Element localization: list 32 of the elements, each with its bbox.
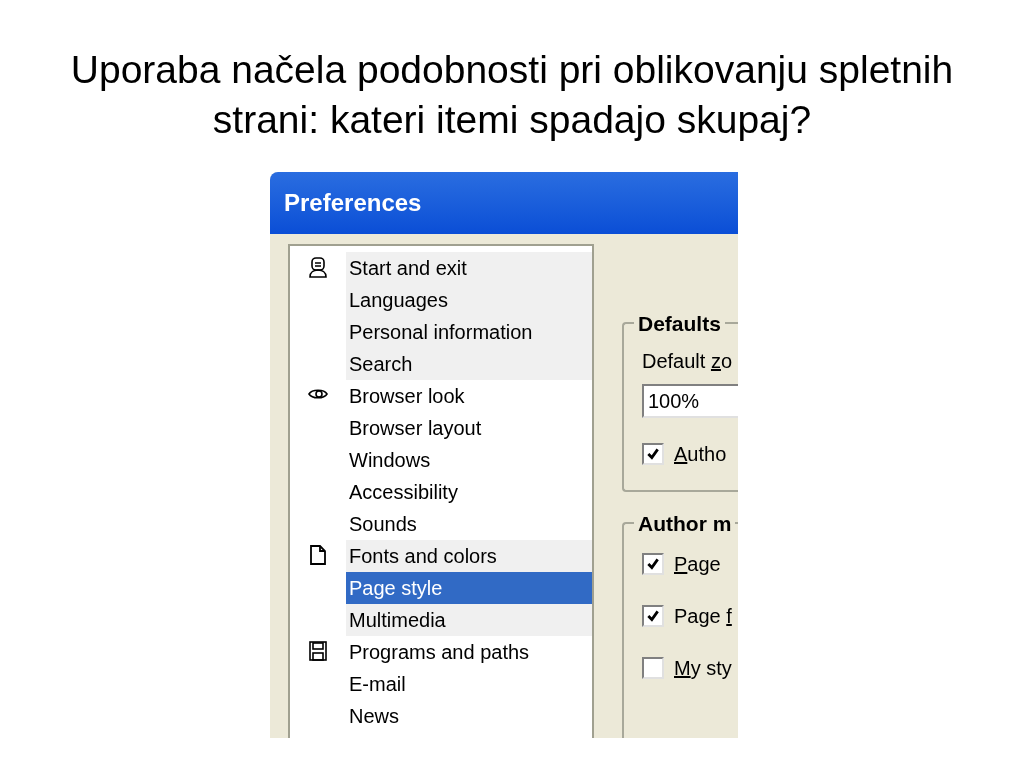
category-item[interactable]: Multimedia — [346, 604, 592, 636]
check-icon — [646, 557, 660, 571]
category-item[interactable]: Search — [346, 348, 592, 380]
category-item[interactable]: Accessibility — [346, 476, 592, 508]
checkbox-label: Page — [674, 552, 721, 577]
category-item[interactable]: E-mail — [346, 668, 592, 700]
page-icon — [307, 544, 329, 566]
category-item[interactable]: Fonts and colors — [346, 540, 592, 572]
category-item[interactable]: Personal information — [346, 316, 592, 348]
category-item[interactable]: Languages — [346, 284, 592, 316]
check-icon — [646, 609, 660, 623]
check-icon — [646, 447, 660, 461]
category-item[interactable]: News — [346, 700, 592, 732]
window-title: Preferences — [284, 188, 422, 218]
checkbox[interactable] — [642, 553, 664, 575]
category-item[interactable]: Page style — [346, 572, 592, 604]
zoom-label: Default zo — [642, 349, 734, 374]
category-item[interactable]: Sounds — [346, 508, 592, 540]
checkbox-label: Autho — [674, 442, 727, 467]
category-item[interactable]: Browser look — [346, 380, 592, 412]
slide-title: Uporaba načela podobnosti pri oblikovanju spletnih strani: kateri itemi spadajo skupaj? — [69, 47, 955, 143]
category-item[interactable]: Programs and paths — [346, 636, 592, 668]
checkbox-label: Page f — [674, 604, 732, 629]
checkbox[interactable] — [642, 605, 664, 627]
person-icon — [307, 256, 329, 278]
category-item[interactable]: Start and exit — [346, 252, 592, 284]
checkbox-label: My sty — [674, 656, 732, 681]
category-item[interactable]: Windows — [346, 444, 592, 476]
checkbox[interactable] — [642, 443, 664, 465]
checkbox[interactable] — [642, 657, 664, 679]
category-item[interactable]: Browser layout — [346, 412, 592, 444]
zoom-field[interactable]: 100% — [642, 384, 738, 418]
